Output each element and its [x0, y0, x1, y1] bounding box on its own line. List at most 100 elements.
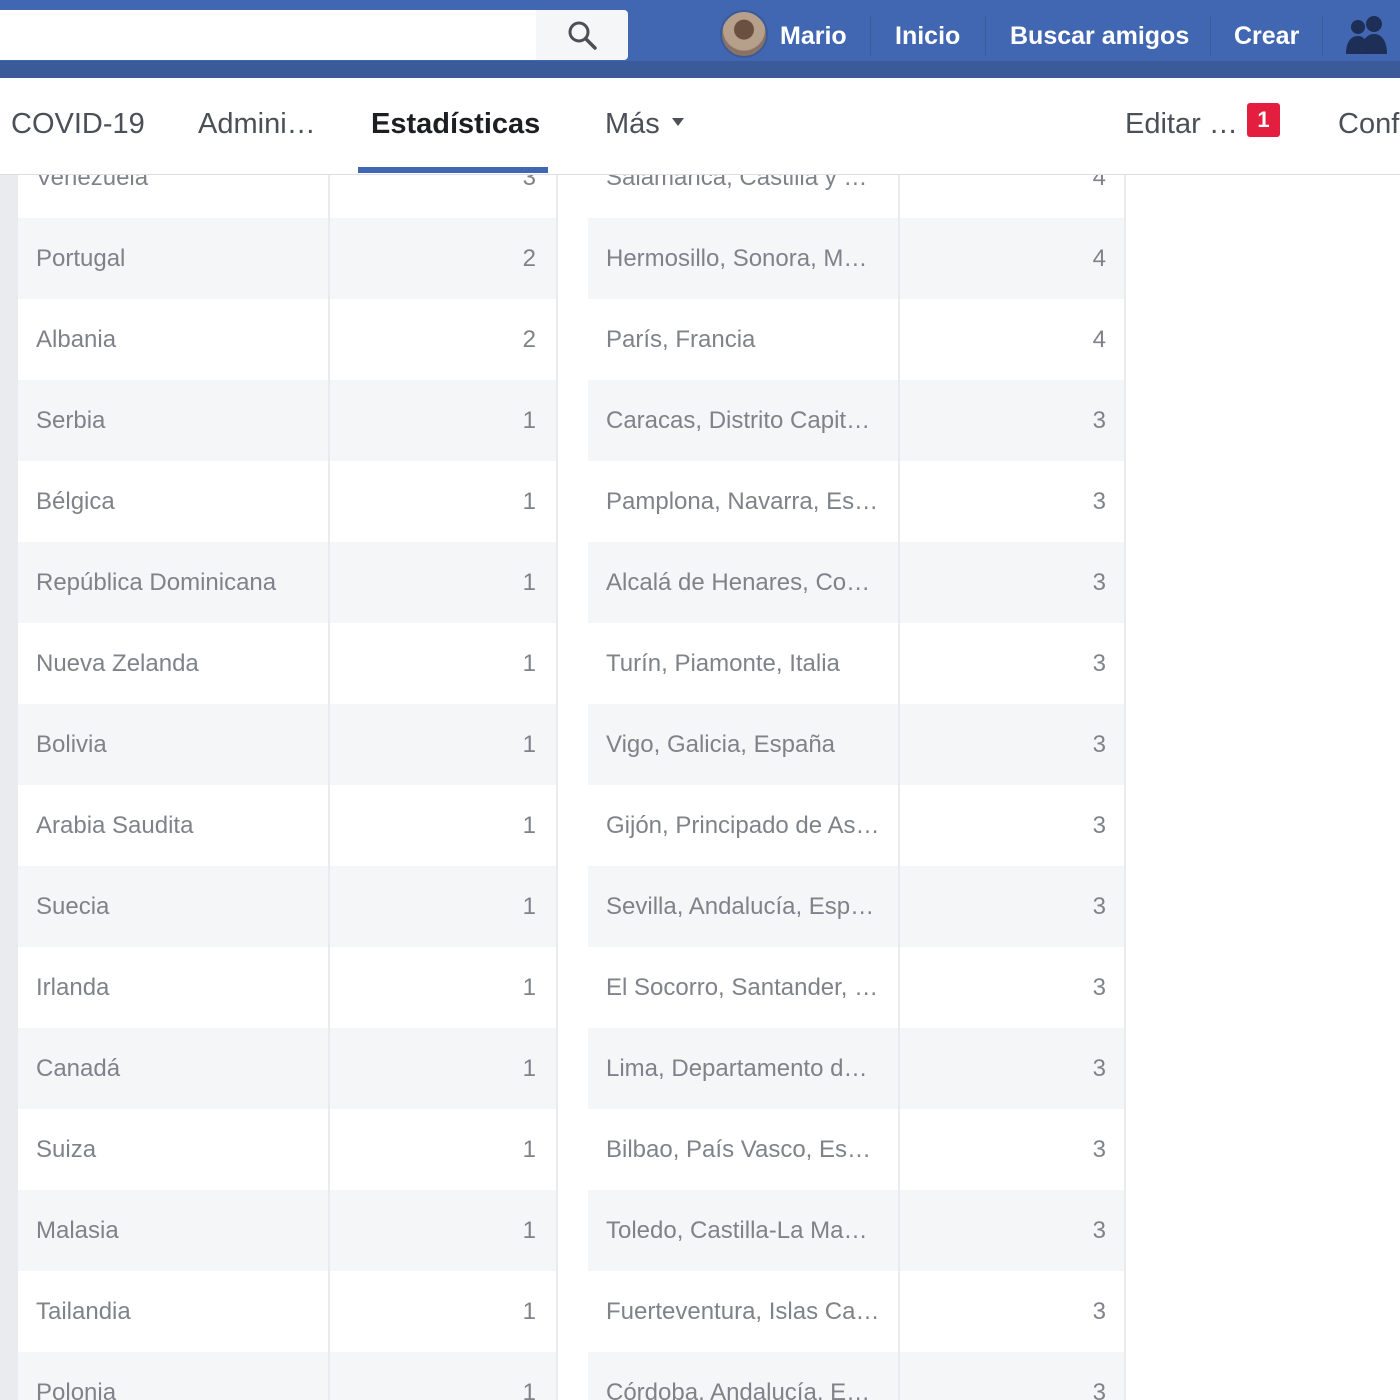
tab-statistics[interactable]: Estadísticas: [371, 78, 540, 170]
search-icon: [568, 21, 597, 50]
table-row: Portugal 2: [18, 218, 556, 299]
city-name: Córdoba, Andalucía, E…: [588, 1352, 900, 1400]
page-tab-bar: COVID-19 Admini… Estadísticas Más Editar…: [0, 78, 1400, 175]
city-name: Pamplona, Navarra, Es…: [588, 461, 900, 542]
country-name: Irlanda: [18, 947, 330, 1028]
tab-admin[interactable]: Admini…: [198, 78, 316, 170]
tab-more[interactable]: Más: [605, 78, 660, 170]
table-row: Albania 2: [18, 299, 556, 380]
city-name: Bilbao, País Vasco, Es…: [588, 1109, 900, 1190]
row-count: 3: [1092, 812, 1106, 839]
row-count: 1: [522, 650, 536, 677]
row-count: 1: [522, 1055, 536, 1082]
search-input[interactable]: [0, 10, 536, 60]
topbar-shadow: [0, 61, 1400, 78]
table-row: Turín, Piamonte, Italia 3: [588, 623, 1126, 704]
city-name: Caracas, Distrito Capit…: [588, 380, 900, 461]
row-count: 1: [522, 731, 536, 758]
table-row: Córdoba, Andalucía, E… 3: [588, 1352, 1126, 1400]
row-count: 3: [1092, 1379, 1106, 1400]
country-name: Albania: [18, 299, 330, 380]
top-navigation-bar: Mario Inicio Buscar amigos Crear: [0, 0, 1400, 78]
table-row: Bolivia 1: [18, 704, 556, 785]
active-tab-indicator: [358, 167, 548, 173]
settings-tab[interactable]: Confi: [1338, 78, 1400, 170]
left-rail: [0, 175, 18, 1400]
city-name: París, Francia: [588, 299, 900, 380]
row-count: 3: [1092, 1136, 1106, 1163]
city-name: Turín, Piamonte, Italia: [588, 623, 900, 704]
table-row: Nueva Zelanda 1: [18, 623, 556, 704]
row-count: 1: [522, 488, 536, 515]
row-count: 3: [1092, 974, 1106, 1001]
table-row: Salamanca, Castilla y … 4: [588, 175, 1126, 218]
row-count: 1: [522, 812, 536, 839]
row-count: 3: [1092, 1217, 1106, 1244]
country-name: República Dominicana: [18, 542, 330, 623]
row-count: 1: [522, 1298, 536, 1325]
row-count: 3: [1092, 488, 1106, 515]
table-row: Irlanda 1: [18, 947, 556, 1028]
table-row: Gijón, Principado de As… 3: [588, 785, 1126, 866]
row-count: 4: [1092, 326, 1106, 353]
row-count: 2: [522, 245, 536, 272]
table-row: Caracas, Distrito Capit… 3: [588, 380, 1126, 461]
row-count: 1: [522, 407, 536, 434]
table-row: El Socorro, Santander, … 3: [588, 947, 1126, 1028]
country-name: Bélgica: [18, 461, 330, 542]
city-name: Lima, Departamento d…: [588, 1028, 900, 1109]
find-friends-link[interactable]: Buscar amigos: [1010, 16, 1189, 56]
tab-covid-19[interactable]: COVID-19: [11, 78, 145, 170]
row-count: 2: [522, 326, 536, 353]
friend-requests-icon[interactable]: [1344, 14, 1392, 56]
table-row: Hermosillo, Sonora, M… 4: [588, 218, 1126, 299]
table-row: Sevilla, Andalucía, Esp… 3: [588, 866, 1126, 947]
row-count: 1: [522, 1217, 536, 1244]
country-name: Bolivia: [18, 704, 330, 785]
table-row: Suecia 1: [18, 866, 556, 947]
city-name: Gijón, Principado de As…: [588, 785, 900, 866]
cities-table: Salamanca, Castilla y … 4 Hermosillo, Sono…: [588, 175, 1126, 1400]
nav-separator: [1210, 16, 1211, 56]
profile-link[interactable]: Mario: [780, 16, 847, 56]
row-count: 1: [522, 569, 536, 596]
table-row: República Dominicana 1: [18, 542, 556, 623]
row-count: 1: [522, 1379, 536, 1400]
row-count: 3: [1092, 569, 1106, 596]
city-name: Hermosillo, Sonora, M…: [588, 218, 900, 299]
table-row: París, Francia 4: [588, 299, 1126, 380]
row-count: 3: [522, 175, 536, 191]
row-count: 1: [522, 974, 536, 1001]
country-name: Canadá: [18, 1028, 330, 1109]
table-row: Serbia 1: [18, 380, 556, 461]
row-count: 3: [1092, 407, 1106, 434]
country-name: Suiza: [18, 1109, 330, 1190]
table-row: Tailandia 1: [18, 1271, 556, 1352]
country-name: Portugal: [18, 218, 330, 299]
city-name: Vigo, Galicia, España: [588, 704, 900, 785]
table-border: [1124, 175, 1126, 1400]
city-name: Sevilla, Andalucía, Esp…: [588, 866, 900, 947]
row-count: 4: [1092, 245, 1106, 272]
table-row: Pamplona, Navarra, Es… 3: [588, 461, 1126, 542]
user-avatar[interactable]: [720, 10, 768, 58]
table-row: Venezuela 3: [18, 175, 556, 218]
table-row: Canadá 1: [18, 1028, 556, 1109]
notification-badge: 1: [1247, 103, 1280, 137]
country-name: Arabia Saudita: [18, 785, 330, 866]
table-row: Fuerteventura, Islas Ca… 3: [588, 1271, 1126, 1352]
city-name: Alcalá de Henares, Co…: [588, 542, 900, 623]
search-button[interactable]: [536, 10, 628, 60]
table-row: Bélgica 1: [18, 461, 556, 542]
table-row: Malasia 1: [18, 1190, 556, 1271]
city-name: Salamanca, Castilla y …: [588, 175, 900, 218]
table-gap: [556, 175, 588, 1400]
create-link[interactable]: Crear: [1234, 16, 1299, 56]
country-name: Nueva Zelanda: [18, 623, 330, 704]
row-count: 3: [1092, 650, 1106, 677]
country-name: Serbia: [18, 380, 330, 461]
home-link[interactable]: Inicio: [895, 16, 960, 56]
edit-page-info-button[interactable]: Editar …: [1125, 78, 1238, 170]
row-count: 4: [1092, 175, 1106, 191]
table-row: Polonia 1: [18, 1352, 556, 1400]
